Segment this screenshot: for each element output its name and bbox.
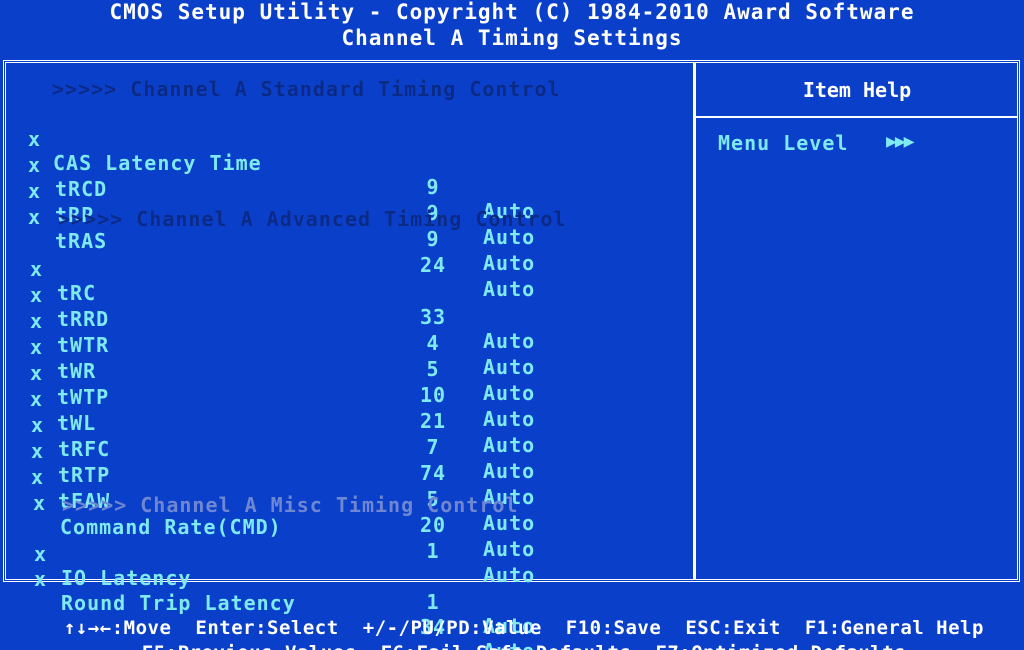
setting-row-trrd[interactable]: x tRRD 4 Auto bbox=[30, 259, 670, 379]
key-failsafe-defaults-hint: F6:Fail-Safe Defaults bbox=[381, 642, 632, 650]
setting-row-round-trip-latency[interactable]: x Round Trip Latency 34 Auto bbox=[34, 543, 674, 650]
key-optimized-defaults-hint: F7:Optimized Defaults bbox=[655, 642, 906, 650]
help-separator bbox=[696, 116, 1018, 118]
item-help-title: Item Help bbox=[802, 78, 912, 102]
setting-row-io-latency[interactable]: x IO Latency 1 Auto bbox=[34, 518, 674, 638]
menu-level-arrows-icon: ▶▶▶ bbox=[886, 131, 914, 152]
section-standard-timing: >>>>> Channel A Standard Timing Control bbox=[52, 77, 561, 101]
setting-row-cas-latency[interactable]: x CAS Latency Time 9 Auto bbox=[28, 103, 668, 223]
section-advanced-timing: >>>>> Channel A Advanced Timing Control bbox=[58, 207, 567, 231]
setting-row-trcd[interactable]: x tRCD 9 Auto bbox=[28, 129, 668, 249]
footer-keys-row2: F5:Previous Values F6:Fail-Safe Defaults F… bbox=[0, 620, 1024, 650]
menu-level-label: Menu Level bbox=[718, 131, 849, 155]
disabled-marker: x bbox=[28, 205, 42, 229]
window-title: CMOS Setup Utility - Copyright (C) 1984-… bbox=[109, 0, 915, 24]
setting-row-command-rate[interactable]: x Command Rate(CMD) 1 Auto bbox=[33, 467, 673, 587]
section-misc-timing: >>>>> Channel A Misc Timing Control bbox=[62, 493, 519, 517]
setting-row-twtr[interactable]: x tWTR 5 Auto bbox=[30, 285, 670, 405]
setting-label: IO Latency bbox=[61, 566, 192, 590]
setting-row-trc[interactable]: x tRC 33 Auto bbox=[30, 233, 670, 353]
setting-row-trfc[interactable]: x tRFC 74 Auto bbox=[31, 389, 671, 509]
setting-row-trp[interactable]: x tRP 9 Auto bbox=[28, 155, 668, 275]
page-title: Channel A Timing Settings bbox=[341, 26, 683, 50]
disabled-marker: x bbox=[34, 567, 48, 591]
key-previous-values-hint: F5:Previous Values bbox=[142, 642, 357, 650]
setting-row-twtp[interactable]: x tWTP 21 Auto bbox=[30, 337, 670, 457]
disabled-marker: x bbox=[33, 491, 47, 515]
setting-row-trtp[interactable]: x tRTP 5 Auto bbox=[31, 415, 671, 535]
setting-row-twr[interactable]: x tWR 10 Auto bbox=[30, 311, 670, 431]
panel-divider bbox=[693, 62, 696, 580]
setting-row-tfaw[interactable]: x tFAW 20 Auto bbox=[31, 441, 671, 561]
setting-row-tras[interactable]: x tRAS 24 Auto bbox=[28, 181, 668, 301]
setting-row-twl[interactable]: x tWL 7 Auto bbox=[30, 363, 670, 483]
